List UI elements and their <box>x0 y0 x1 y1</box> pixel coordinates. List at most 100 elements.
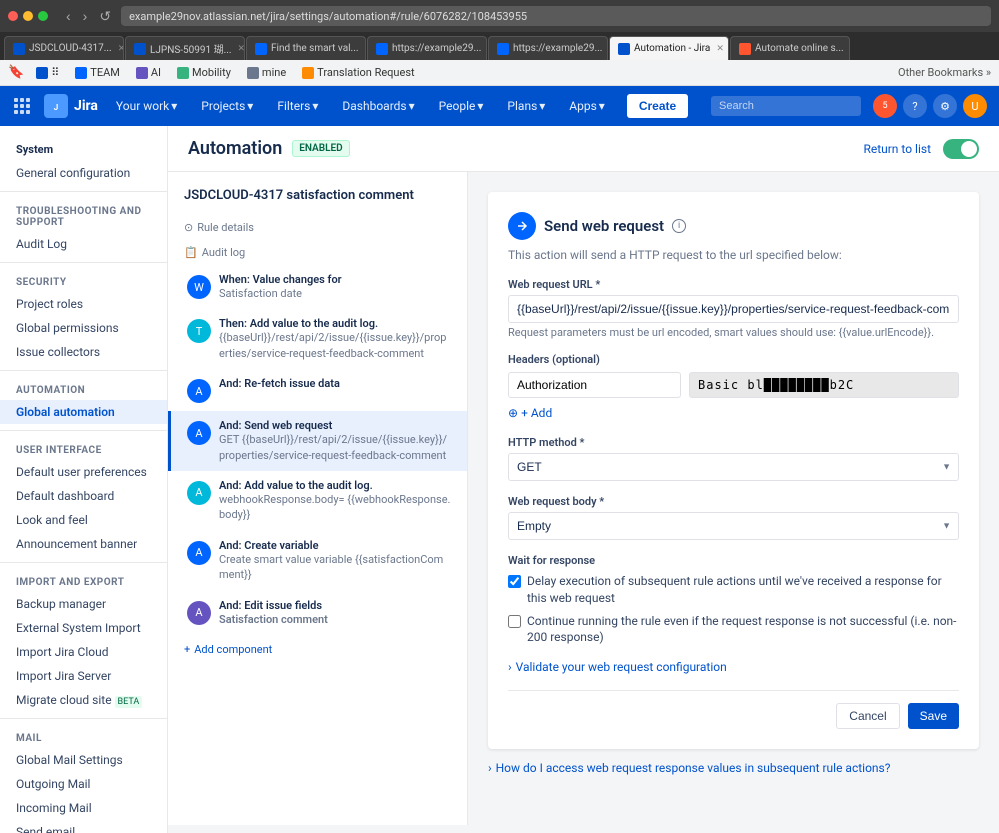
sidebar-item-audit-log[interactable]: Audit Log <box>0 232 167 256</box>
action1-desc: {{baseUrl}}/rest/api/2/issue/{{issue.key… <box>219 330 451 361</box>
bookmark-mine[interactable]: mine <box>243 64 290 81</box>
sidebar-item-outgoing-mail[interactable]: Outgoing Mail <box>0 772 167 796</box>
other-bookmarks[interactable]: Other Bookmarks » <box>898 66 991 79</box>
svg-text:J: J <box>54 103 58 112</box>
body-select[interactable]: Empty Custom data Issue data (Jira) <box>508 512 959 540</box>
notifications-button[interactable]: 5 <box>873 94 897 118</box>
validate-section[interactable]: › Validate your web request configuratio… <box>508 660 959 674</box>
sidebar-section-user-interface: User Interface <box>0 437 167 460</box>
sidebar-item-system[interactable]: System <box>0 138 167 161</box>
sidebar-item-global-mail[interactable]: Global Mail Settings <box>0 748 167 772</box>
settings-button[interactable]: ⚙ <box>933 94 957 118</box>
sidebar-item-issue-collectors[interactable]: Issue collectors <box>0 340 167 364</box>
body-form-group: Web request body * Empty Custom data Iss… <box>508 495 959 540</box>
address-bar[interactable]: example29nov.atlassian.net/jira/settings… <box>121 6 991 26</box>
tab-close[interactable]: ✕ <box>118 44 124 54</box>
sidebar-item-import-server[interactable]: Import Jira Server <box>0 664 167 688</box>
sidebar-item-announcement[interactable]: Announcement banner <box>0 532 167 556</box>
add-header-button[interactable]: ⊕ + Add <box>508 404 959 422</box>
rule-item-refetch[interactable]: A And: Re-fetch issue data <box>168 369 467 411</box>
search-input[interactable] <box>711 96 861 116</box>
sidebar-item-user-prefs[interactable]: Default user preferences <box>0 460 167 484</box>
sidebar-item-default-dashboard[interactable]: Default dashboard <box>0 484 167 508</box>
tab-example2[interactable]: https://example29... ✕ <box>488 36 608 60</box>
refetch-icon: A <box>187 379 211 403</box>
http-method-select[interactable]: GET POST PUT DELETE PATCH <box>508 453 959 481</box>
faq-section[interactable]: › How do I access web request response v… <box>488 761 979 775</box>
bookmark-translation[interactable]: Translation Request <box>298 64 418 81</box>
tab-close[interactable]: ✕ <box>716 44 724 54</box>
wait-checkbox1[interactable] <box>508 575 521 588</box>
minimize-button[interactable] <box>23 11 33 21</box>
tab-automation-jira[interactable]: Automation - Jira ✕ <box>609 36 729 60</box>
return-to-list-link[interactable]: Return to list <box>863 142 931 156</box>
sidebar-item-global-automation[interactable]: Global automation <box>0 400 167 424</box>
wait-checkbox-label2: Continue running the rule even if the re… <box>527 613 959 647</box>
wait-checkbox2[interactable] <box>508 615 521 628</box>
help-button[interactable]: ? <box>903 94 927 118</box>
forward-button[interactable]: › <box>79 6 92 27</box>
nav-dashboards[interactable]: Dashboards▾ <box>336 95 420 117</box>
create-variable-desc: Create smart value variable {{satisfacti… <box>219 552 451 583</box>
action1-title: Then: Add value to the audit log. <box>219 317 451 330</box>
automation-toggle[interactable] <box>943 139 979 159</box>
cancel-button[interactable]: Cancel <box>836 703 899 729</box>
wait-checkbox-row1: Delay execution of subsequent rule actio… <box>508 573 959 607</box>
sidebar-item-migrate-cloud[interactable]: Migrate cloud site BETA <box>0 688 167 712</box>
sidebar-item-incoming-mail[interactable]: Incoming Mail <box>0 796 167 820</box>
sidebar-item-project-roles[interactable]: Project roles <box>0 292 167 316</box>
nav-people[interactable]: People▾ <box>433 95 490 117</box>
rule-item-edit-fields[interactable]: A And: Edit issue fields Satisfaction co… <box>168 591 467 635</box>
bookmark-icon <box>75 67 87 79</box>
header-key-input[interactable] <box>508 372 681 398</box>
sidebar-item-external-import[interactable]: External System Import <box>0 616 167 640</box>
tab-close[interactable]: ✕ <box>238 44 245 54</box>
close-button[interactable] <box>8 11 18 21</box>
jira-navbar: J Jira Your work▾ Projects▾ Filters▾ Das… <box>0 86 999 126</box>
bookmark-mobility[interactable]: Mobility <box>173 64 235 81</box>
rule-item-audit2[interactable]: A And: Add value to the audit log. webho… <box>168 471 467 531</box>
body-label: Web request body * <box>508 495 959 508</box>
browser-navigation: ‹ › ↺ <box>62 6 115 27</box>
rule-item-send-web-request[interactable]: A And: Send web request GET {{baseUrl}}/… <box>168 411 467 471</box>
sidebar-item-send-email[interactable]: Send email <box>0 820 167 833</box>
rule-item-action1[interactable]: T Then: Add value to the audit log. {{ba… <box>168 309 467 369</box>
header-value-input[interactable] <box>689 372 959 398</box>
nav-your-work[interactable]: Your work▾ <box>110 95 183 117</box>
content-area: Automation ENABLED Return to list JSDCLO… <box>168 126 999 833</box>
sidebar-item-backup-manager[interactable]: Backup manager <box>0 592 167 616</box>
apps-grid-icon[interactable] <box>12 96 32 116</box>
bookmark-apps-icon[interactable]: ⠿ <box>32 64 63 81</box>
tab-jsdcloud[interactable]: JSDCLOUD-4317... ✕ <box>4 36 124 60</box>
create-button[interactable]: Create <box>627 94 688 118</box>
bookmark-team[interactable]: TEAM <box>71 64 124 81</box>
sidebar-item-look-and-feel[interactable]: Look and feel <box>0 508 167 532</box>
nav-projects[interactable]: Projects▾ <box>195 95 259 117</box>
back-button[interactable]: ‹ <box>62 6 75 27</box>
tab-ljpns[interactable]: LJPNS-50991 瑚... ✕ <box>125 36 245 60</box>
rule-item-create-variable[interactable]: A And: Create variable Create smart valu… <box>168 531 467 591</box>
rule-title: JSDCLOUD-4317 satisfaction comment <box>168 184 467 215</box>
add-component-button[interactable]: + Add component <box>168 635 467 664</box>
save-button[interactable]: Save <box>908 703 959 729</box>
maximize-button[interactable] <box>38 11 48 21</box>
refresh-button[interactable]: ↺ <box>95 6 115 27</box>
nav-plans[interactable]: Plans▾ <box>501 95 551 117</box>
action-title: Send web request <box>544 217 664 235</box>
tab-close[interactable]: ✕ <box>364 44 366 54</box>
sidebar-item-import-cloud[interactable]: Import Jira Cloud <box>0 640 167 664</box>
sidebar-item-general-config[interactable]: General configuration <box>0 161 167 185</box>
nav-apps[interactable]: Apps▾ <box>563 95 611 117</box>
bookmark-ai[interactable]: AI <box>132 64 165 81</box>
rule-details-link[interactable]: ⊙ Rule details <box>168 215 467 240</box>
body-select-wrapper: Empty Custom data Issue data (Jira) <box>508 512 959 540</box>
user-avatar[interactable]: U <box>963 94 987 118</box>
tab-smart-val[interactable]: Find the smart val... ✕ <box>246 36 366 60</box>
tab-example1[interactable]: https://example29... ✕ <box>367 36 487 60</box>
audit-log-link[interactable]: 📋 Audit log <box>168 240 467 265</box>
nav-filters[interactable]: Filters▾ <box>271 95 324 117</box>
url-input[interactable] <box>508 295 959 323</box>
rule-item-trigger[interactable]: W When: Value changes for Satisfaction d… <box>168 265 467 309</box>
tab-automate[interactable]: Automate online s... ✕ <box>730 36 850 60</box>
sidebar-item-global-permissions[interactable]: Global permissions <box>0 316 167 340</box>
